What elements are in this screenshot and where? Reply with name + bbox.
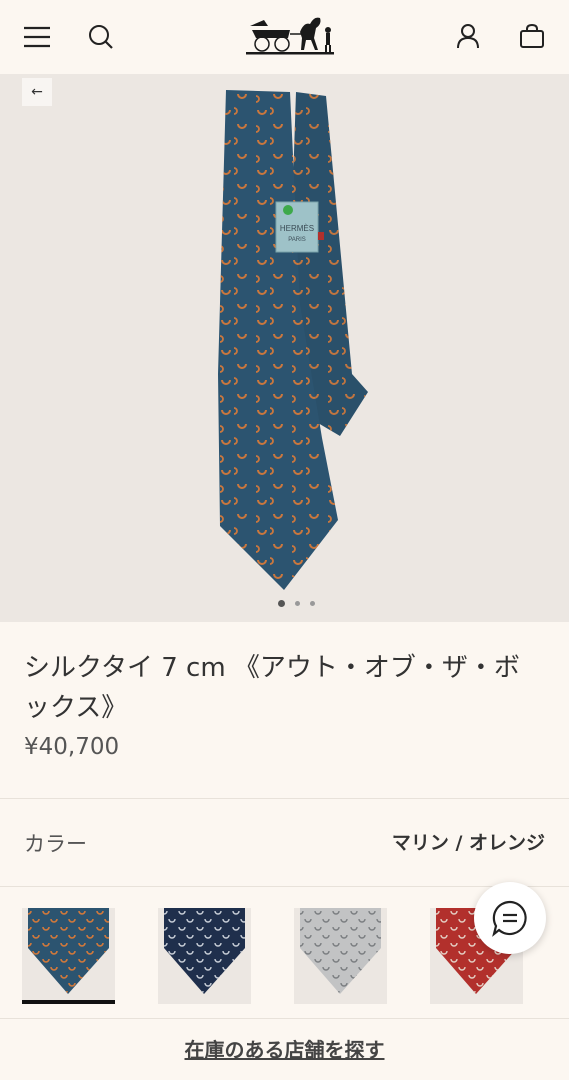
divider [0,886,569,887]
header [0,0,569,74]
menu-icon[interactable] [22,22,52,52]
carousel-dot[interactable] [295,601,300,606]
hermes-carriage-logo[interactable] [244,12,336,56]
shopping-bag-icon[interactable] [516,20,548,52]
account-icon[interactable] [452,20,484,52]
product-price: ¥40,700 [24,734,120,760]
product-title: シルクタイ 7 cm 《アウト・オブ・ザ・ボックス》 [24,653,520,723]
back-button[interactable]: ← [22,78,52,106]
color-label: カラー [24,832,87,856]
chat-icon [492,900,527,937]
divider [0,1018,569,1019]
color-swatch-navy[interactable] [158,908,251,1004]
color-swatch-grey[interactable] [294,908,387,1004]
divider [0,798,569,799]
tie-label-city: PARIS [288,237,306,243]
color-swatch-marine-orange[interactable] [22,908,115,1004]
carousel-indicator [278,600,315,607]
search-icon[interactable] [86,22,116,52]
tie-label-brand: HERMÈS [280,224,314,233]
carousel-dot[interactable] [310,601,315,606]
product-image-carousel[interactable]: HERMÈS PARIS ← [0,74,569,622]
find-store-link[interactable]: 在庫のある店舗を探す [0,1034,569,1063]
chat-button[interactable] [474,882,546,954]
selected-color: マリン / オレンジ [391,832,545,854]
product-image: HERMÈS PARIS [218,90,368,590]
carousel-dot[interactable] [278,600,285,607]
